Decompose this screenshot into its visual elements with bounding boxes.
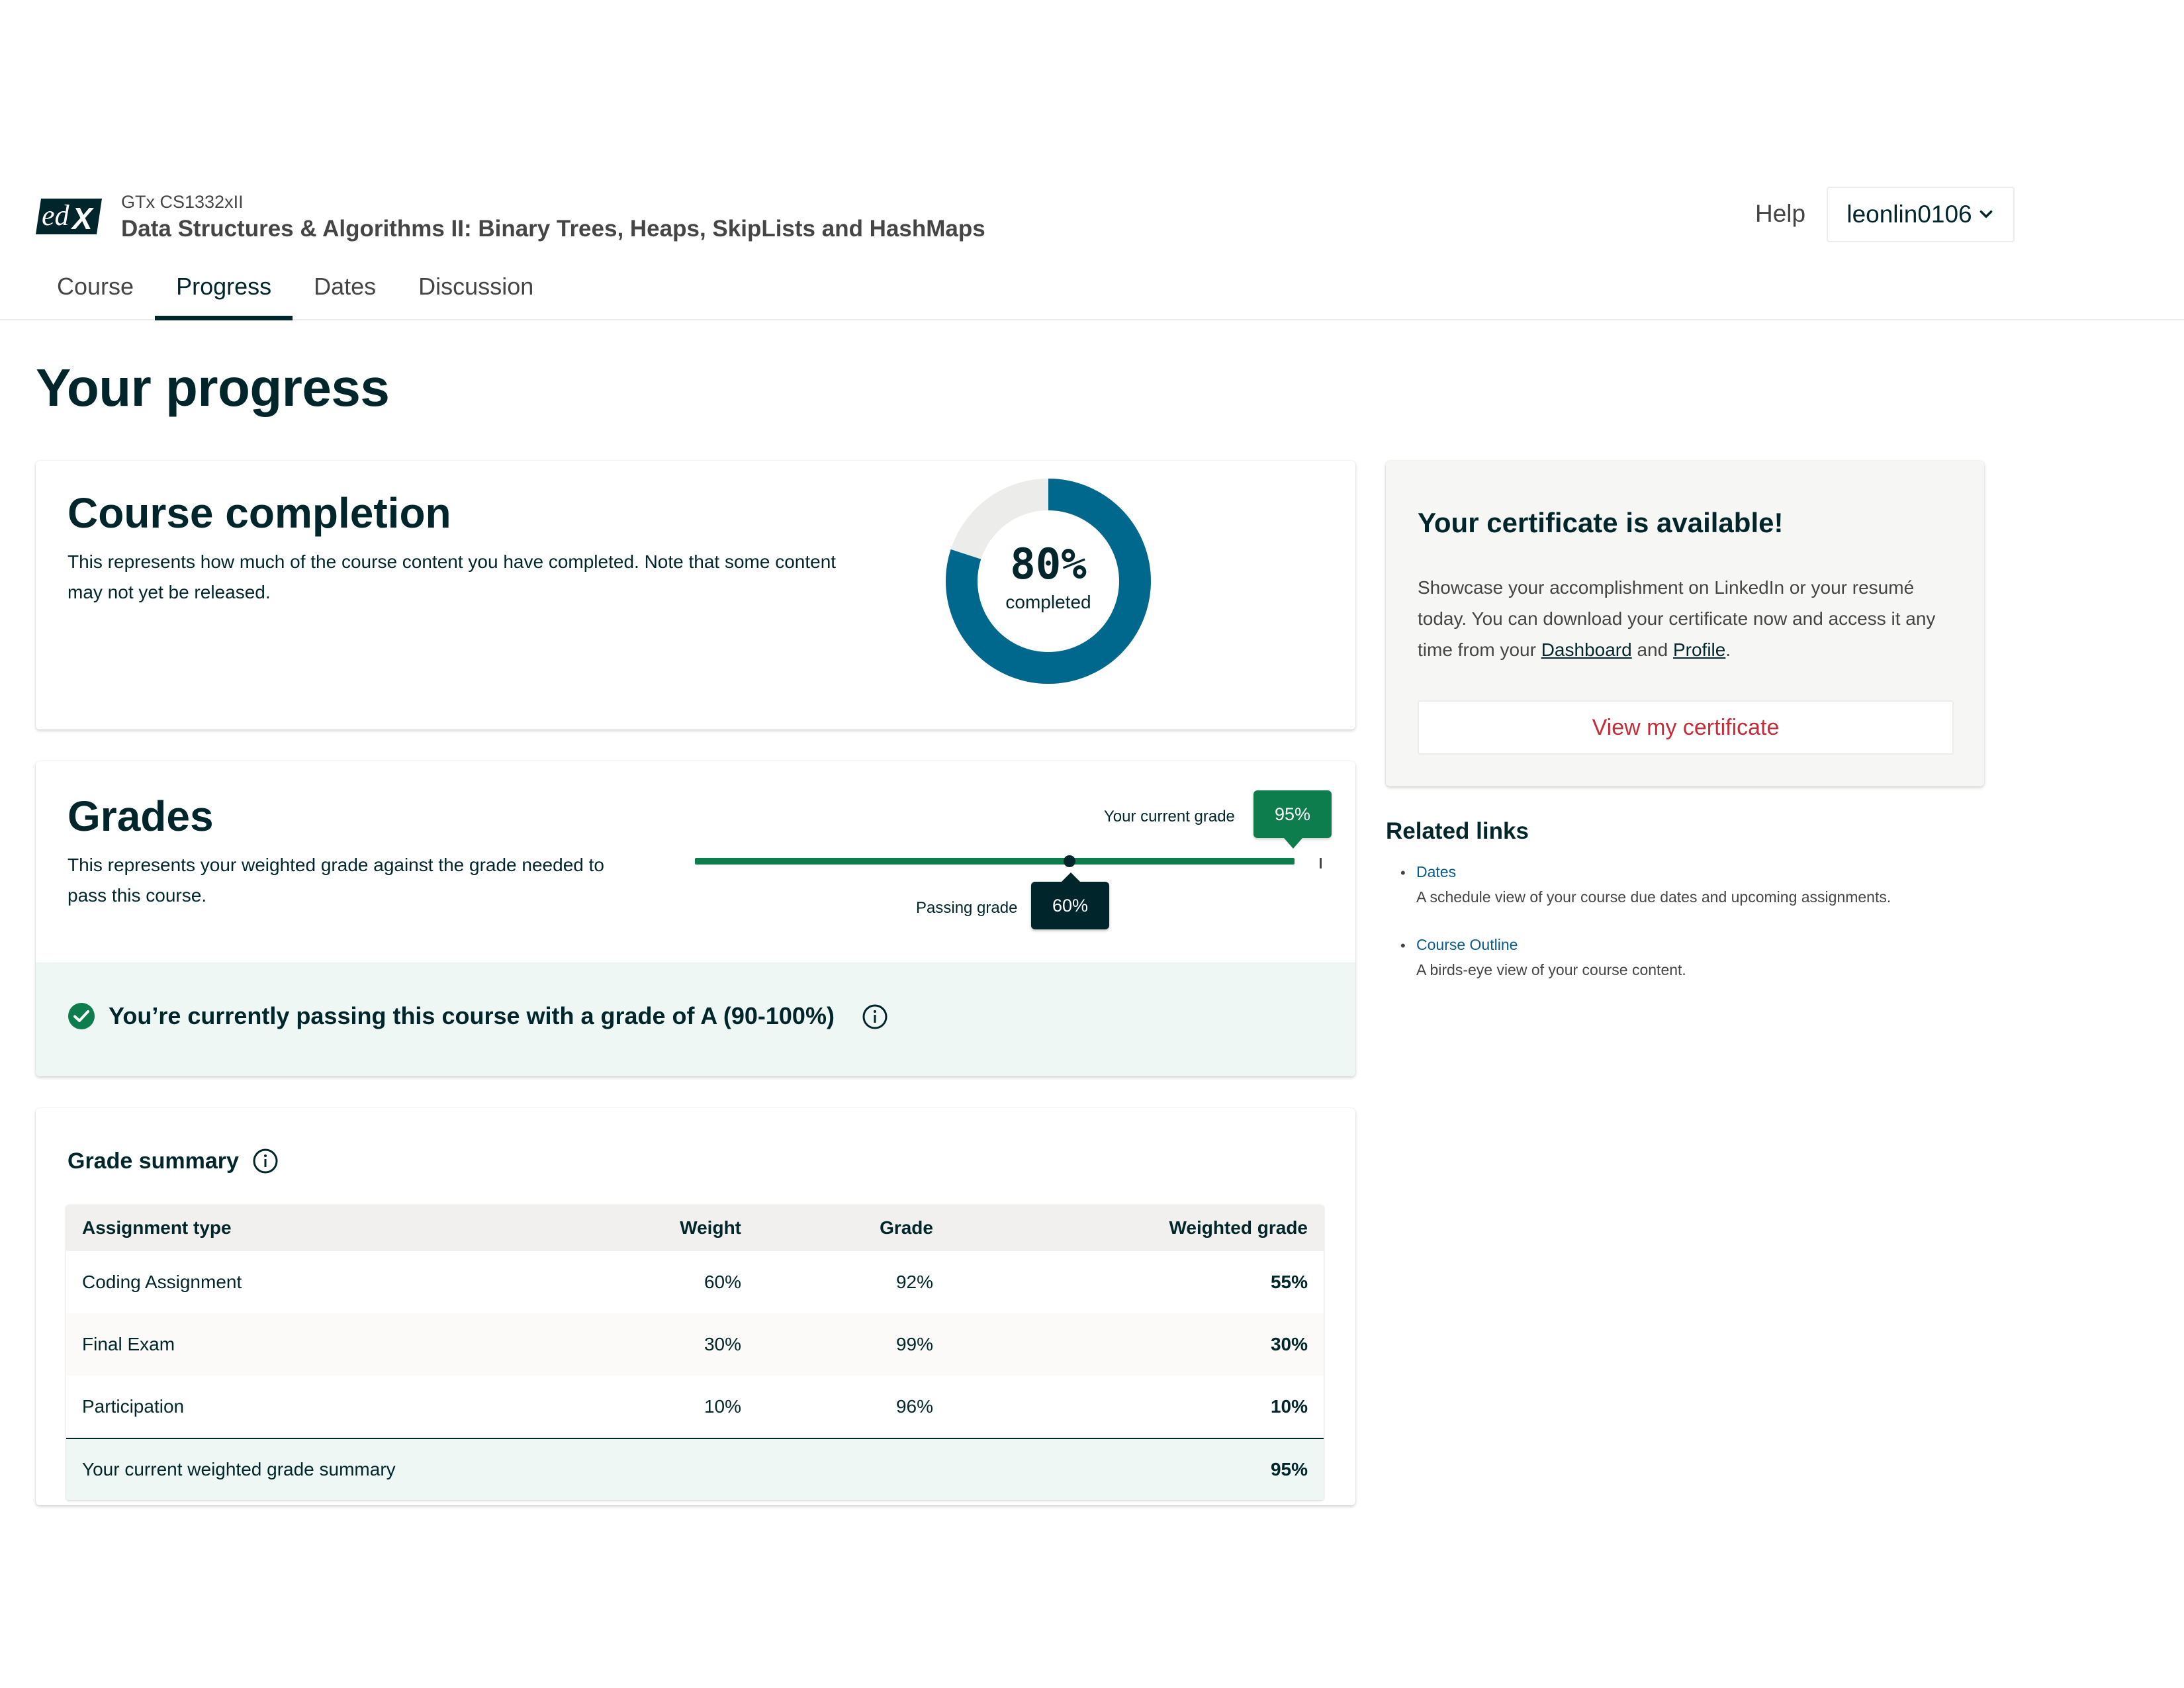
info-outline-icon[interactable] — [862, 1004, 888, 1030]
table-total-row: Your current weighted grade summary 95% — [66, 1438, 1324, 1500]
related-link-course-outline[interactable]: Course Outline — [1416, 936, 1518, 954]
assignment-type: Participation — [82, 1396, 185, 1417]
grade-cell: 96% — [895, 1396, 933, 1417]
total-label: Your current weighted grade summary — [82, 1459, 396, 1479]
current-grade-tooltip: 95% — [1253, 790, 1332, 849]
tab-dates[interactable]: Dates — [293, 265, 397, 320]
weight-cell: 30% — [704, 1334, 741, 1354]
certificate-description: Showcase your accomplishment on LinkedIn… — [1418, 572, 1960, 665]
profile-link[interactable]: Profile — [1673, 639, 1725, 660]
edx-logo[interactable]: ed X — [36, 196, 102, 237]
total-weighted-grade: 95% — [1270, 1459, 1308, 1479]
svg-text:X: X — [70, 201, 94, 236]
grade-cell: 99% — [895, 1334, 933, 1354]
table-header-row: Assignment type Weight Grade Weighted gr… — [66, 1205, 1324, 1251]
related-link-dates[interactable]: Dates — [1416, 863, 1456, 881]
grade-summary-table: Assignment type Weight Grade Weighted gr… — [66, 1205, 1324, 1500]
grade-cell: 92% — [895, 1272, 933, 1292]
certificate-title: Your certificate is available! — [1418, 507, 1784, 538]
passing-grade-label: Passing grade — [916, 899, 1018, 917]
passing-grade-marker — [1064, 855, 1075, 867]
certificate-desc-and: and — [1631, 639, 1673, 660]
grades-title: Grades — [68, 792, 214, 840]
bullet-icon: • — [1400, 937, 1406, 954]
column-header-type: Assignment type — [82, 1217, 232, 1238]
username: leonlin0106 — [1846, 201, 1972, 228]
weighted-grade-cell: 55% — [1270, 1272, 1308, 1292]
site-header: ed X GTx CS1332xII Data Structures & Alg… — [0, 0, 2184, 320]
course-tabs: Course Progress Dates Discussion — [36, 265, 555, 320]
certificate-desc-end: . — [1725, 639, 1731, 660]
table-row: Final Exam 30% 99% 30% — [66, 1313, 1324, 1376]
completion-title: Course completion — [68, 489, 451, 537]
weight-cell: 60% — [704, 1272, 741, 1292]
column-header-weighted: Weighted grade — [1169, 1217, 1308, 1238]
current-grade-label: Your current grade — [1104, 808, 1235, 825]
passing-message: You’re currently passing this course wit… — [109, 1002, 835, 1029]
user-menu-button[interactable]: leonlin0106 — [1827, 187, 2015, 242]
column-header-weight: Weight — [680, 1217, 741, 1238]
table-row: Coding Assignment 60% 92% 55% — [66, 1251, 1324, 1313]
completion-caption: completed — [1005, 592, 1091, 612]
weight-cell: 10% — [704, 1396, 741, 1417]
passing-grade-tooltip: 60% — [1031, 872, 1109, 929]
tab-discussion[interactable]: Discussion — [397, 265, 555, 320]
view-certificate-button[interactable]: View my certificate — [1418, 700, 1954, 755]
completion-percent: 80% — [1010, 540, 1087, 589]
grade-summary-heading: Grade summary — [68, 1148, 279, 1174]
grades-card: Grades This represents your weighted gra… — [36, 761, 1355, 1076]
course-title: Data Structures & Algorithms II: Binary … — [121, 216, 985, 242]
weighted-grade-cell: 30% — [1270, 1334, 1308, 1354]
grade-summary-title: Grade summary — [68, 1148, 239, 1174]
grade-bar-end-marker — [1320, 858, 1322, 868]
info-outline-icon[interactable] — [252, 1148, 279, 1174]
tab-course[interactable]: Course — [36, 265, 155, 320]
table-row: Participation 10% 96% 10% — [66, 1376, 1324, 1438]
related-link-description: A schedule view of your course due dates… — [1416, 888, 1891, 906]
page-title: Your progress — [36, 358, 390, 417]
svg-text:ed: ed — [42, 199, 70, 232]
course-completion-card: Course completion This represents how mu… — [36, 461, 1355, 729]
passing-status-banner: You’re currently passing this course wit… — [36, 962, 1355, 1076]
completion-description: This represents how much of the course c… — [68, 551, 837, 602]
column-header-grade: Grade — [880, 1217, 933, 1238]
related-link-description: A birds-eye view of your course content. — [1416, 961, 1686, 978]
grades-description: This represents your weighted grade agai… — [68, 855, 604, 906]
chevron-down-icon — [1979, 210, 1992, 218]
certificate-card: Your certificate is available! Showcase … — [1386, 461, 1984, 786]
help-link[interactable]: Help — [1755, 200, 1805, 228]
related-links-title: Related links — [1386, 818, 1529, 844]
grade-summary-card: Grade summary Assignment type Weight Gra… — [36, 1108, 1355, 1505]
weighted-grade-cell: 10% — [1270, 1396, 1308, 1417]
tab-progress[interactable]: Progress — [155, 265, 293, 320]
assignment-type: Coding Assignment — [82, 1272, 242, 1292]
check-circle-icon — [68, 1003, 95, 1029]
dashboard-link[interactable]: Dashboard — [1541, 639, 1632, 660]
bullet-icon: • — [1400, 865, 1406, 881]
course-org: GTx CS1332xII — [121, 192, 244, 212]
grade-progress-bar — [695, 858, 1295, 865]
assignment-type: Final Exam — [82, 1334, 175, 1354]
